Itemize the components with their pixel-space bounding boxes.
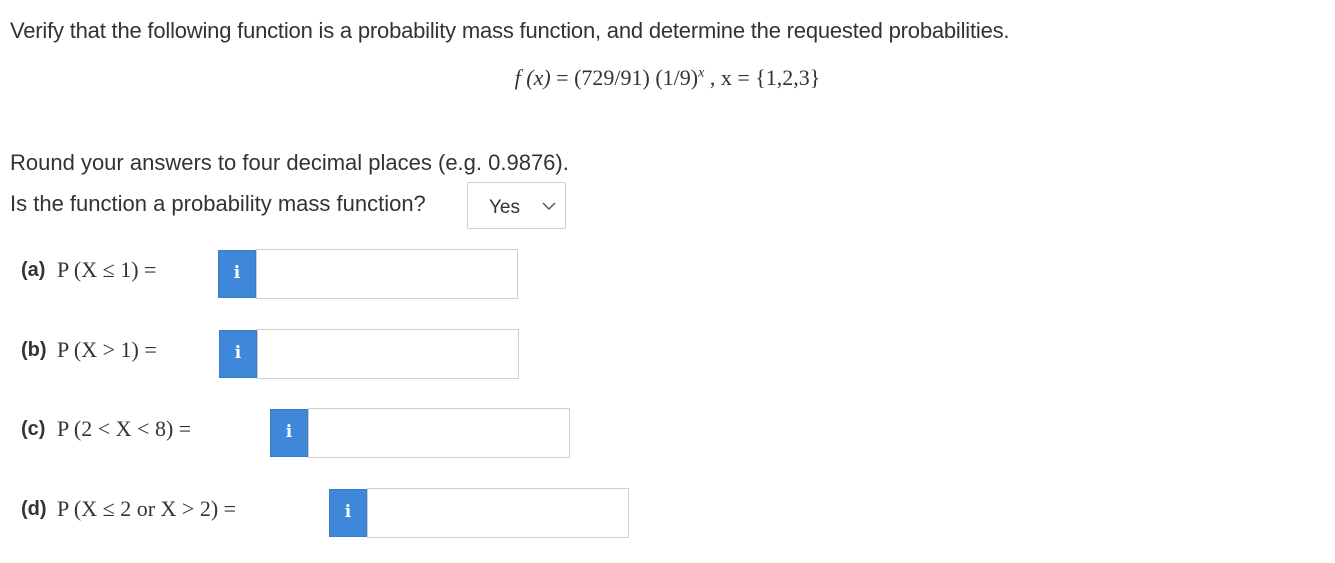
formula-equals: = bbox=[556, 65, 569, 90]
rounding-instruction: Round your answers to four decimal place… bbox=[10, 150, 569, 175]
part-b-answer-input[interactable] bbox=[257, 329, 519, 379]
part-c-label: (c) bbox=[21, 418, 46, 440]
pmf-formula: f (x) = (729/91) (1/9)x , x = {1,2,3} bbox=[0, 65, 1335, 91]
part-d-expression: P (X ≤ 2 or X > 2) = bbox=[57, 496, 237, 521]
question-intro: Verify that the following function is a … bbox=[10, 18, 1010, 43]
info-icon: i bbox=[233, 263, 241, 283]
info-icon: i bbox=[344, 502, 352, 522]
formula-exponent: x bbox=[698, 65, 705, 81]
part-d-answer-input[interactable] bbox=[367, 488, 629, 538]
pmf-select-value: Yes bbox=[489, 197, 520, 218]
part-d-label: (d) bbox=[21, 498, 47, 520]
formula-domain: , x = {1,2,3} bbox=[709, 65, 821, 90]
pmf-question-text: Is the function a probability mass funct… bbox=[10, 191, 426, 216]
part-c-expression: P (2 < X < 8) = bbox=[57, 416, 192, 441]
part-a-info-button[interactable]: i bbox=[218, 250, 256, 298]
part-b-info-button[interactable]: i bbox=[219, 330, 257, 378]
formula-rhs: (729/91) (1/9) bbox=[574, 65, 699, 90]
part-b-label: (b) bbox=[21, 339, 47, 361]
part-a-label: (a) bbox=[21, 259, 46, 281]
pmf-answer-select[interactable]: Yes bbox=[467, 182, 566, 229]
part-c-info-button[interactable]: i bbox=[270, 409, 308, 457]
formula-lhs: f (x) bbox=[514, 65, 551, 90]
part-a-answer-input[interactable] bbox=[256, 249, 518, 299]
part-b-expression: P (X > 1) = bbox=[57, 337, 157, 362]
chevron-down-icon bbox=[542, 202, 556, 210]
info-icon: i bbox=[285, 422, 293, 442]
part-a-expression: P (X ≤ 1) = bbox=[57, 257, 157, 282]
part-d-info-button[interactable]: i bbox=[329, 489, 367, 537]
part-c-answer-input[interactable] bbox=[308, 408, 570, 458]
info-icon: i bbox=[234, 343, 242, 363]
